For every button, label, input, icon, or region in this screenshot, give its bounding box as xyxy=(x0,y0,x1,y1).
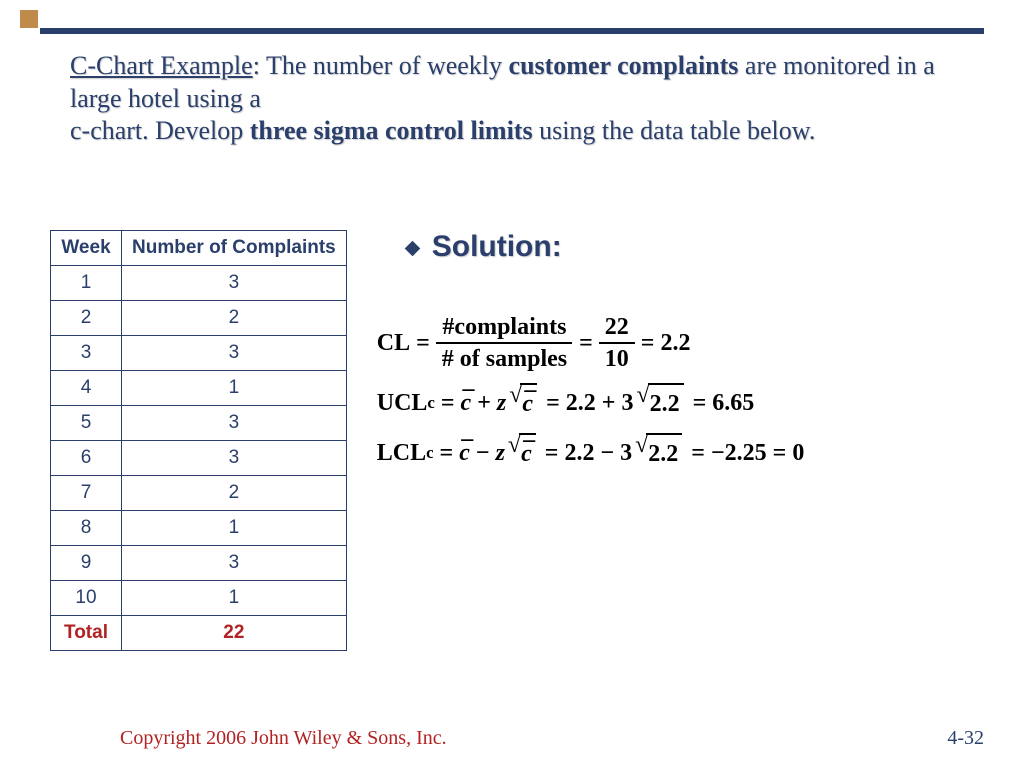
copyright-text: Copyright 2006 John Wiley & Sons, Inc. xyxy=(120,727,447,750)
table-row: 13 xyxy=(51,266,347,301)
table-row: 81 xyxy=(51,511,347,546)
decor-corner-square xyxy=(20,10,38,28)
th-week: Week xyxy=(51,231,122,266)
fraction-22-10: 22 10 xyxy=(599,314,635,373)
c-bar-1: c xyxy=(461,384,472,422)
sqrt-icon: √c xyxy=(508,433,536,473)
top-horizontal-rule xyxy=(40,28,984,34)
th-complaints: Number of Complaints xyxy=(122,231,347,266)
table-row: 22 xyxy=(51,301,347,336)
cl-result: 2.2 xyxy=(660,324,690,362)
lcl-label: LCL xyxy=(377,434,426,472)
title-text-4: using the data table below. xyxy=(533,116,816,145)
solution-heading: Solution: xyxy=(407,230,994,264)
equation-lcl: LCLc = c − z √c = 2.2 − 3 √2.2 = −2.25 =… xyxy=(377,433,994,473)
table-row: 101 xyxy=(51,581,347,616)
fraction-complaints: #complaints # of samples xyxy=(436,314,573,373)
cl-label: CL xyxy=(377,324,410,362)
page-number: 4-32 xyxy=(947,727,984,750)
equation-block: CL = #complaints # of samples = 22 10 = … xyxy=(377,314,994,474)
sqrt-icon: √c xyxy=(509,383,537,423)
total-value: 22 xyxy=(122,616,347,651)
c-bar-2: c xyxy=(459,434,470,472)
complaints-table: Week Number of Complaints 13 22 33 41 53… xyxy=(50,230,347,651)
title-bold-2: three sigma control limits xyxy=(250,116,533,145)
table-row: 63 xyxy=(51,441,347,476)
equation-ucl: UCLc = c + z √c = 2.2 + 3 √2.2 = 6.65 xyxy=(377,383,994,423)
table-row: 41 xyxy=(51,371,347,406)
diamond-bullet-icon xyxy=(404,241,420,257)
sqrt-icon: √2.2 xyxy=(635,433,682,473)
equation-cl: CL = #complaints # of samples = 22 10 = … xyxy=(377,314,994,373)
table-row: 53 xyxy=(51,406,347,441)
lcl-raw: −2.25 xyxy=(711,434,767,472)
total-label: Total xyxy=(51,616,122,651)
lcl-result: 0 xyxy=(792,434,804,472)
table-total-row: Total 22 xyxy=(51,616,347,651)
content-row: Week Number of Complaints 13 22 33 41 53… xyxy=(50,230,994,651)
table-row: 93 xyxy=(51,546,347,581)
title-text-3: c-chart. Develop xyxy=(70,116,250,145)
title-lead: C-Chart Example xyxy=(70,51,253,80)
slide-title: C-Chart Example: The number of weekly cu… xyxy=(70,50,974,148)
solution-panel: Solution: CL = #complaints # of samples … xyxy=(347,230,994,651)
title-bold-1: customer complaints xyxy=(509,51,739,80)
table-row: 33 xyxy=(51,336,347,371)
sqrt-icon: √2.2 xyxy=(636,383,683,423)
title-text-1: : The number of weekly xyxy=(253,51,509,80)
ucl-result: 6.65 xyxy=(712,384,754,422)
solution-heading-text: Solution: xyxy=(432,230,562,263)
ucl-label: UCL xyxy=(377,384,428,422)
table-row: 72 xyxy=(51,476,347,511)
